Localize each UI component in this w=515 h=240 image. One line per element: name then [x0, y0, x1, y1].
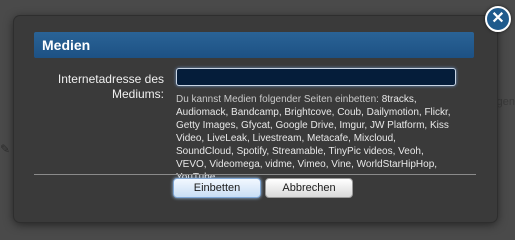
media-dialog: Medien Internetadresse des Mediums: Du k… [14, 16, 497, 222]
supported-sites-help: Du kannst Medien folgender Seiten einbet… [176, 93, 454, 184]
close-icon[interactable]: ✕ [485, 6, 511, 32]
help-intro: Du kannst Medien folgender Seiten einbet… [176, 94, 382, 105]
url-field-label: Internetadresse des Mediums: [57, 72, 164, 101]
dialog-divider [34, 174, 476, 175]
help-sites-list: 8tracks, Audiomack, Bandcamp, Brightcove… [176, 94, 451, 183]
cancel-button[interactable]: Abbrechen [265, 178, 353, 198]
media-url-input[interactable] [176, 68, 456, 86]
dialog-title: Medien [42, 37, 91, 53]
embed-button[interactable]: Einbetten [173, 178, 261, 198]
dialog-titlebar: Medien [34, 32, 474, 58]
